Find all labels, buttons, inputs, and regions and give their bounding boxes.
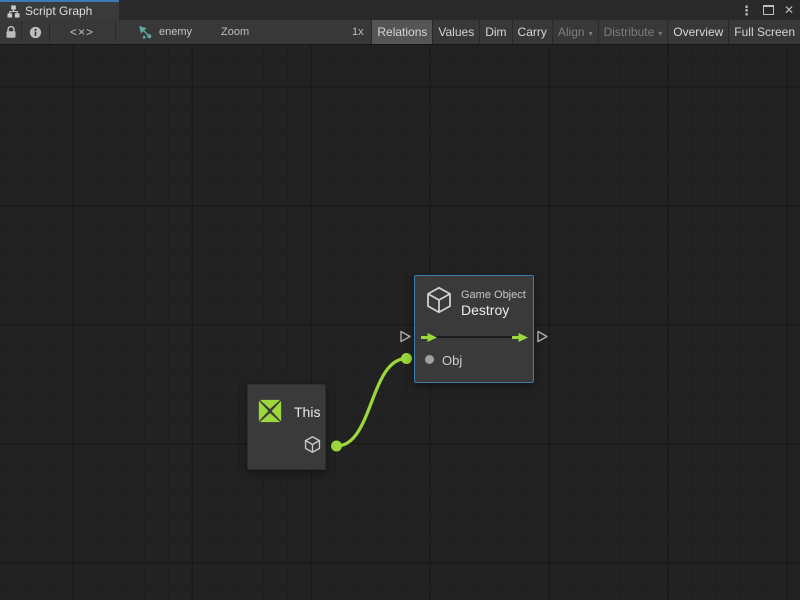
- window-menu-icon[interactable]: ⋮: [740, 4, 753, 17]
- code-toggle-icon: <×>: [70, 25, 94, 39]
- code-toggle-button[interactable]: <×>: [50, 20, 114, 44]
- align-dropdown[interactable]: Align▾: [552, 20, 598, 44]
- toolbar-buttons: Relations Values Dim Carry Align▾ Distri…: [371, 20, 800, 44]
- toolbar-separator: [115, 22, 116, 42]
- node-title: This: [294, 404, 320, 420]
- flow-arrow-icon: [512, 333, 528, 342]
- dim-button[interactable]: Dim: [479, 20, 511, 44]
- tab-script-graph[interactable]: Script Graph: [0, 0, 119, 20]
- fullscreen-button[interactable]: Full Screen: [728, 20, 800, 44]
- distribute-dropdown[interactable]: Distribute▾: [598, 20, 668, 44]
- window-controls: ⋮ ✕: [740, 0, 794, 20]
- lock-button[interactable]: [0, 20, 21, 44]
- tab-bar: Script Graph ⋮ ✕: [0, 0, 800, 20]
- flow-input-port[interactable]: [399, 330, 412, 343]
- obj-value-dot: [425, 355, 434, 364]
- node-destroy[interactable]: Game Object Destroy Obj: [414, 275, 534, 383]
- node-this[interactable]: This: [247, 384, 326, 470]
- converge-icon: [257, 398, 283, 424]
- graph-name: enemy: [159, 26, 192, 38]
- lock-icon: [5, 25, 17, 39]
- connection-wire[interactable]: [337, 359, 407, 447]
- cube-icon: [424, 285, 454, 315]
- toolbar: <×> enemy Zoom 1x Relations Values Dim C…: [0, 20, 800, 45]
- zoom-label: Zoom: [221, 20, 249, 44]
- info-icon: [29, 26, 42, 39]
- wire-layer: [0, 45, 800, 600]
- carry-button[interactable]: Carry: [512, 20, 552, 44]
- script-graph-icon: [7, 5, 20, 18]
- this-output-port[interactable]: [331, 441, 342, 452]
- relations-button[interactable]: Relations: [371, 20, 432, 44]
- obj-port-label: Obj: [442, 353, 462, 368]
- values-button[interactable]: Values: [432, 20, 479, 44]
- info-button[interactable]: [22, 20, 49, 44]
- graph-asset-icon: [138, 25, 153, 40]
- maximize-icon[interactable]: [763, 5, 774, 15]
- script-graph-window: Script Graph ⋮ ✕ <×>: [0, 0, 800, 600]
- flow-output-port[interactable]: [536, 330, 549, 343]
- chevron-down-icon: ▾: [658, 29, 662, 38]
- close-icon[interactable]: ✕: [784, 4, 794, 16]
- cube-icon: [303, 435, 322, 454]
- tab-title: Script Graph: [25, 4, 92, 18]
- node-title: Destroy: [461, 302, 509, 318]
- graph-breadcrumb[interactable]: enemy: [138, 20, 192, 44]
- node-category: Game Object: [461, 289, 526, 301]
- zoom-value: 1x: [352, 20, 364, 44]
- obj-input-port-connected[interactable]: [401, 353, 412, 364]
- chevron-down-icon: ▾: [589, 29, 593, 38]
- flow-arrow-icon: [421, 333, 437, 342]
- graph-canvas[interactable]: This Game Object Destroy Obj: [0, 45, 800, 600]
- overview-button[interactable]: Overview: [667, 20, 728, 44]
